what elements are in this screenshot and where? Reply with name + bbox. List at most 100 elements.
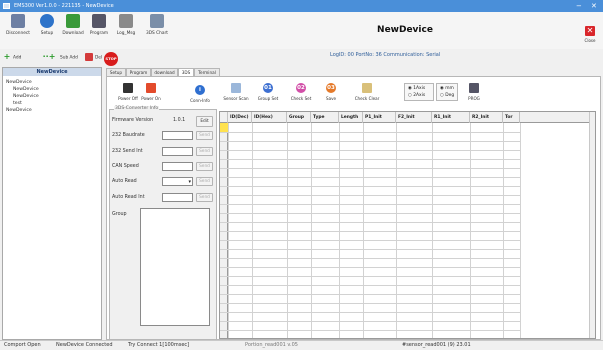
grid-row-line (220, 330, 520, 331)
tree-header: NewDevice (3, 68, 101, 76)
grid-row-line (220, 276, 520, 277)
send-button[interactable]: Send (196, 177, 213, 186)
setup-button[interactable]: Setup (33, 14, 61, 36)
grid-row-line (220, 141, 520, 142)
group-set-button[interactable]: 01 Group Set (253, 83, 283, 101)
minimize-button[interactable]: − (576, 0, 582, 12)
send-int-field[interactable] (162, 147, 193, 156)
column-header[interactable]: R2_Init (470, 112, 503, 123)
power-on-icon (146, 83, 156, 93)
group-label: Group (112, 212, 127, 217)
device-title: NewDevice (377, 25, 433, 35)
baudrate-field[interactable] (162, 131, 193, 140)
power-off-button[interactable]: Power Off (117, 83, 139, 101)
disconnect-button[interactable]: Disconnect (4, 14, 32, 36)
sub-add-icon: ··+ (42, 52, 56, 61)
tree-node[interactable]: NewDevice (6, 107, 32, 114)
device-tree: NewDevice NewDevice NewDevice NewDevice … (2, 67, 102, 340)
add-button[interactable]: + Add (3, 52, 22, 63)
grid-row-line (220, 240, 520, 241)
window-close-button[interactable]: ✕ (591, 0, 597, 12)
send-button[interactable]: Send (196, 193, 213, 202)
chevron-down-icon: ▾ (188, 179, 191, 185)
column-header[interactable]: ID(Dec) (228, 112, 252, 123)
tree-node[interactable]: NewDevice (6, 79, 32, 86)
log-msg-button[interactable]: Log_Msg (112, 14, 140, 36)
vertical-scrollbar[interactable] (589, 112, 595, 338)
power-on-button[interactable]: Power On (140, 83, 162, 101)
send-button[interactable]: Send (196, 131, 213, 140)
program-icon (92, 14, 106, 28)
window-title: EMS300 Ver1.0.0 - 221135 - NewDevice (14, 3, 114, 9)
grid-row-line (220, 132, 520, 133)
grid-row-line (220, 213, 520, 214)
program-button[interactable]: Program (85, 14, 113, 36)
grid-row-line (220, 249, 520, 250)
broom-icon (362, 83, 372, 93)
close-icon: ✕ (585, 26, 595, 36)
send-button[interactable]: Send (196, 162, 213, 171)
delete-button[interactable]: Del (85, 53, 102, 63)
firmware-label: Firmware Version (112, 118, 154, 123)
download-button[interactable]: Download (59, 14, 87, 36)
grid-row-line (220, 285, 520, 286)
tree-node[interactable]: test (13, 100, 22, 107)
save-button[interactable]: 03 Save (319, 83, 343, 101)
grid-corner (220, 112, 228, 123)
column-header[interactable]: Tor (503, 112, 520, 123)
grid-row-line (220, 267, 520, 268)
grid-header: ID(Dec) ID(Hex) Group Type Length P1_Ini… (220, 112, 595, 123)
check-clear-button[interactable]: Check Clear (350, 83, 384, 101)
grid-row-line (220, 150, 520, 151)
tree-node[interactable]: NewDevice (13, 93, 39, 100)
prog-button[interactable]: PROG (463, 83, 485, 101)
info-icon: i (195, 85, 205, 95)
column-header[interactable]: ID(Hex) (252, 112, 287, 123)
auto-read-int-field[interactable] (162, 193, 193, 202)
group-list[interactable] (140, 208, 210, 326)
config-label: Auto Read (112, 179, 137, 184)
setup-icon (40, 14, 54, 28)
can-speed-field[interactable] (162, 162, 193, 171)
grid-row-line (220, 294, 520, 295)
radio-2axis[interactable]: ○ 2Axis (408, 93, 425, 98)
conn-info-button[interactable]: i Conn-Info (187, 85, 213, 103)
column-header[interactable]: F2_Init (396, 112, 432, 123)
group-set-icon: 01 (263, 83, 273, 93)
title-bar: EMS300 Ver1.0.0 - 221135 - NewDevice − ✕ (0, 0, 603, 12)
app-icon (3, 3, 10, 9)
auto-read-select[interactable]: ▾ (162, 177, 193, 186)
tree-node[interactable]: NewDevice (13, 86, 39, 93)
plus-icon: + (3, 52, 11, 61)
config-label: 232 Baudrate (112, 133, 145, 138)
grid-row-line (220, 159, 520, 160)
stop-button[interactable]: STOP (104, 52, 118, 66)
config-label: CAN Speed (112, 164, 139, 169)
prog-icon (469, 83, 479, 93)
sub-add-button[interactable]: ··+ Sub Add (40, 53, 78, 63)
status-retry: Try Connect 1[100msec] (128, 342, 190, 348)
3ds-chart-button[interactable]: 3DS Chart (143, 14, 171, 36)
sensor-scan-button[interactable]: Sensor Scan (221, 83, 251, 101)
save-icon: 03 (326, 83, 336, 93)
column-header[interactable]: Length (339, 112, 363, 123)
axis-radio-group: ◉ 1Axis ○ 2Axis (404, 83, 434, 101)
status-middle: Portion_read001 v.05 (245, 342, 298, 348)
radio-deg[interactable]: ○ Deg (440, 93, 454, 98)
close-button[interactable]: ✕ Close (583, 26, 597, 43)
config-label: 232 Send Int (112, 149, 143, 154)
radio-1axis[interactable]: ◉ 1Axis (408, 86, 425, 91)
column-header[interactable]: R1_Init (432, 112, 470, 123)
grid-row-line (220, 177, 520, 178)
status-device: NewDevice Connected (56, 342, 113, 348)
check-set-button[interactable]: 02 Check Set (287, 83, 315, 101)
column-header[interactable]: Type (311, 112, 339, 123)
column-header[interactable]: Group (287, 112, 311, 123)
radio-mm[interactable]: ◉ mm (440, 86, 454, 91)
edit-button[interactable]: Edit (196, 116, 213, 127)
current-row-marker (220, 123, 228, 132)
column-header[interactable]: P1_Init (363, 112, 396, 123)
log-icon (119, 14, 133, 28)
check-set-icon: 02 (296, 83, 306, 93)
send-button[interactable]: Send (196, 147, 213, 156)
